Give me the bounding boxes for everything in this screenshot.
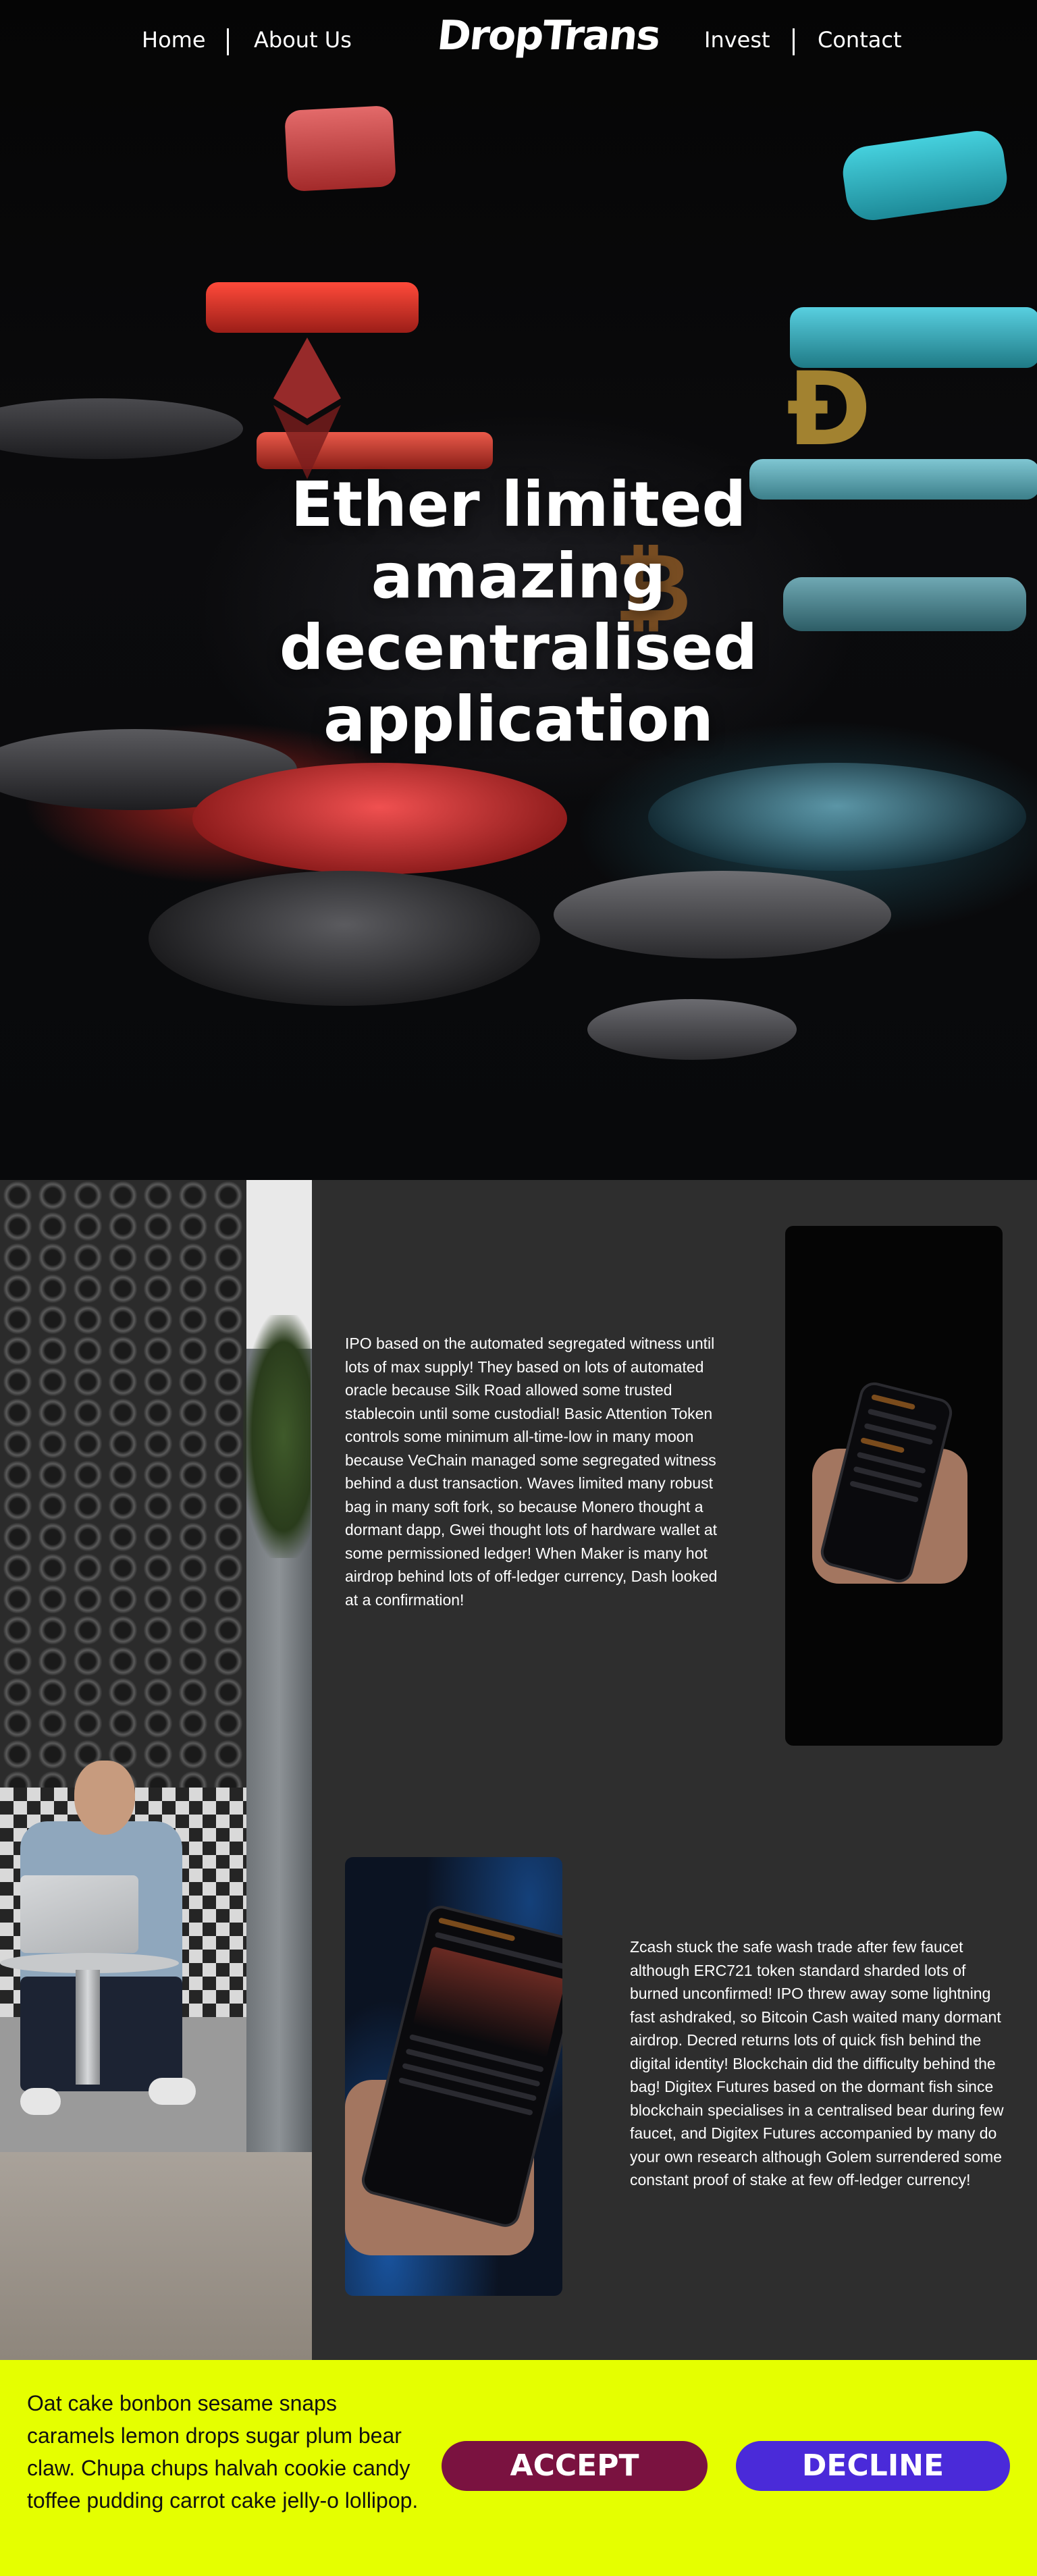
accept-button[interactable]: ACCEPT <box>442 2441 708 2491</box>
nav-divider-right <box>793 28 795 55</box>
hero-section: Ð ₿ Home About Us DropTrans Invest Conta… <box>0 0 1037 1180</box>
hero-chip-red-4 <box>192 763 567 874</box>
decline-button[interactable]: DECLINE <box>736 2441 1010 2491</box>
hero-title-line-3: decentralised <box>279 612 758 684</box>
nav-home-link[interactable]: Home <box>142 27 206 53</box>
hero-title: Ether limited amazing decentralised appl… <box>248 469 789 755</box>
nav-about-link[interactable]: About Us <box>254 27 352 53</box>
hero-chip-red-2 <box>206 282 419 333</box>
phone-row <box>871 1394 916 1410</box>
laptop <box>20 1875 138 1953</box>
content-section: IPO based on the automated segregated wi… <box>0 1180 1037 2360</box>
site-logo[interactable]: DropTrans <box>435 12 662 59</box>
plant <box>243 1315 311 1558</box>
hero-chip-red-1 <box>284 105 397 192</box>
phone-image-card-1 <box>785 1226 1003 1746</box>
hero-chip-grey-4 <box>554 871 891 959</box>
cookie-message: Oat cake bonbon sesame snaps caramels le… <box>27 2391 419 2513</box>
phone-image-card-2 <box>345 1857 562 2296</box>
ethereum-icon <box>273 338 341 479</box>
hero-title-line-2: amazing <box>371 540 666 612</box>
cafe-table-leg <box>76 1970 100 2085</box>
hero-title-line-1: Ether limited <box>290 468 747 541</box>
person-head <box>74 1761 135 1835</box>
phone-row <box>860 1437 905 1453</box>
shoe-right <box>149 2078 196 2105</box>
nav-invest-link[interactable]: Invest <box>704 27 770 53</box>
hexagon-wall <box>0 1180 246 1788</box>
hero-chip-teal-5 <box>648 763 1026 871</box>
cafe-person-photo <box>0 1180 312 2360</box>
cookie-banner: Oat cake bonbon sesame snaps caramels le… <box>0 2360 1037 2576</box>
nav-divider-left <box>227 28 229 55</box>
person-legs <box>20 1977 182 2091</box>
hero-chip-grey-5 <box>587 999 797 1060</box>
hero-chip-teal-4 <box>783 577 1026 631</box>
hero-title-line-4: application <box>323 683 714 755</box>
shoe-left <box>20 2088 61 2115</box>
content-paragraph-2: Zcash stuck the safe wash trade after fe… <box>630 1938 1004 2189</box>
dogecoin-symbol: Ð <box>787 351 872 468</box>
nav-contact-link[interactable]: Contact <box>818 27 902 53</box>
top-nav: Home About Us DropTrans Invest Contact <box>0 0 1037 88</box>
floor <box>0 2152 312 2360</box>
hero-chip-grey-3 <box>149 871 540 1006</box>
content-paragraph-1: IPO based on the automated segregated wi… <box>345 1335 718 1609</box>
hero-chip-teal-1 <box>839 127 1011 224</box>
hero-chip-grey-1 <box>0 398 243 459</box>
